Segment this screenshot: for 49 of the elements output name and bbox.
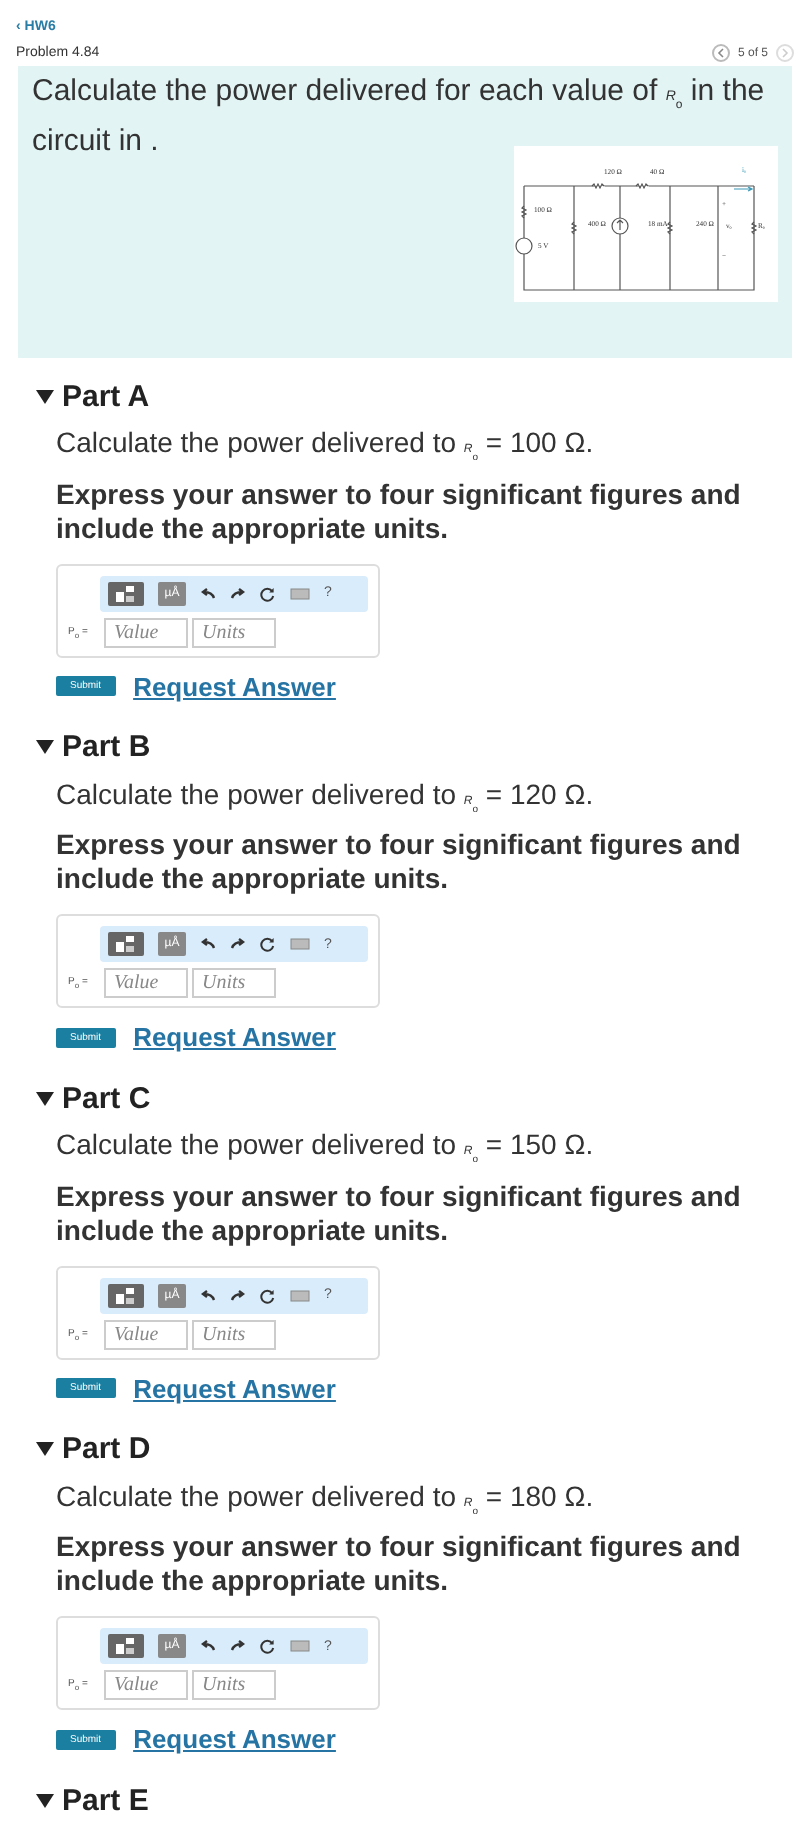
request-answer-link[interactable]: Request Answer <box>133 671 336 702</box>
template-icon <box>116 1287 136 1304</box>
undo-icon[interactable] <box>200 936 216 953</box>
reset-icon[interactable] <box>260 1638 276 1655</box>
units-field[interactable]: Units <box>192 968 276 999</box>
caret-down-icon[interactable] <box>36 1091 54 1105</box>
part-title[interactable]: Part C <box>62 1081 151 1115</box>
reset-icon[interactable] <box>260 1287 276 1304</box>
value-field[interactable]: Value <box>104 617 188 648</box>
units-field[interactable]: Units <box>192 617 276 648</box>
template-button[interactable] <box>108 1283 144 1308</box>
redo-icon[interactable] <box>230 1287 246 1304</box>
undo-icon[interactable] <box>200 1287 216 1304</box>
part-title[interactable]: Part B <box>62 730 151 764</box>
reset-icon[interactable] <box>260 585 276 602</box>
template-button[interactable] <box>108 932 144 957</box>
instruction-text: Express your answer to four significant figures and include the appropriate units. <box>56 1179 743 1248</box>
template-button[interactable] <box>108 1634 144 1659</box>
reset-icon[interactable] <box>260 936 276 953</box>
template-icon <box>116 936 136 953</box>
part-title[interactable]: Part A <box>62 379 150 413</box>
value-field[interactable]: Value <box>104 1670 188 1701</box>
template-icon <box>116 585 136 602</box>
caret-down-icon[interactable] <box>36 1442 54 1456</box>
caret-down-icon[interactable] <box>36 1793 54 1807</box>
instruction-text: Express your answer to four significant figures and include the appropriate units. <box>56 1530 743 1599</box>
template-button[interactable] <box>108 581 144 606</box>
instruction-text: Express your answer to four significant figures and include the appropriate units. <box>56 477 743 546</box>
request-answer-link[interactable]: Request Answer <box>133 1373 336 1404</box>
instruction-text: Express your answer to four significant figures and include the appropriate units. <box>56 828 743 897</box>
value-field[interactable]: Value <box>104 968 188 999</box>
redo-icon[interactable] <box>230 1638 246 1655</box>
caret-down-icon[interactable] <box>36 389 54 403</box>
request-answer-link[interactable]: Request Answer <box>133 1022 336 1053</box>
part-title[interactable]: Part D <box>62 1432 151 1466</box>
units-field[interactable]: Units <box>192 1319 276 1350</box>
chevron-right-icon <box>780 48 790 58</box>
request-answer-link[interactable]: Request Answer <box>133 1724 336 1755</box>
undo-icon[interactable] <box>200 585 216 602</box>
previous-button[interactable] <box>711 44 730 62</box>
chevron-left-icon <box>715 48 726 58</box>
part-title[interactable]: Part E <box>62 1783 149 1817</box>
units-field[interactable]: Units <box>192 1670 276 1701</box>
caret-down-icon[interactable] <box>36 740 54 754</box>
redo-icon[interactable] <box>230 936 246 953</box>
redo-icon[interactable] <box>230 585 246 602</box>
value-field[interactable]: Value <box>104 1319 188 1350</box>
undo-icon[interactable] <box>200 1638 216 1655</box>
template-icon <box>116 1638 136 1655</box>
